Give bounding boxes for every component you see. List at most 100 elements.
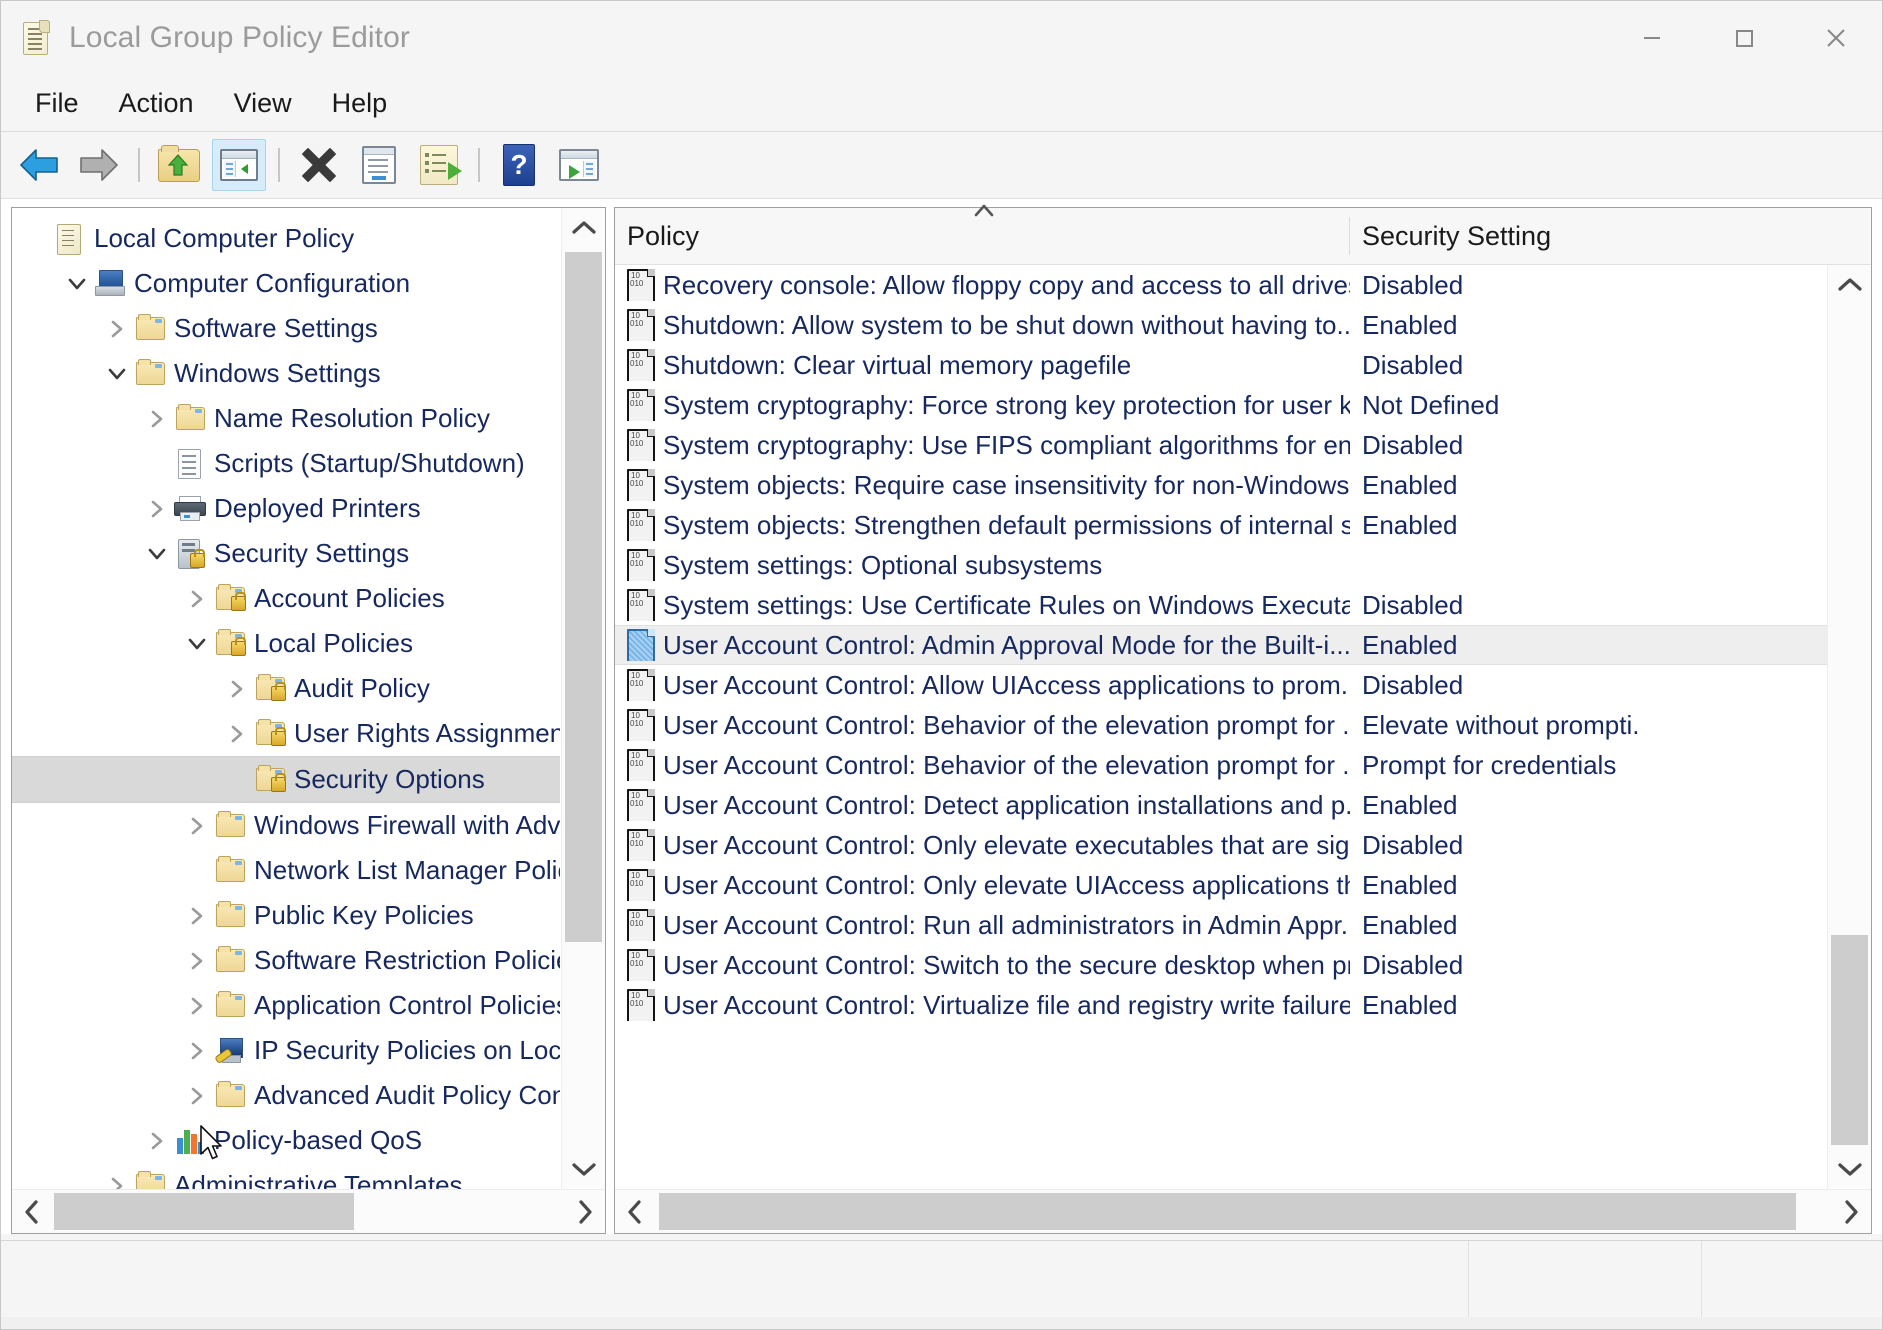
list-scroll-thumb[interactable]: [1831, 935, 1868, 1145]
tree-scroll-left-button[interactable]: [12, 1190, 52, 1233]
tree-item-application-control-policies[interactable]: Application Control Policies: [12, 983, 560, 1028]
policy-row[interactable]: User Account Control: Virtualize file an…: [615, 985, 1871, 1025]
policy-row[interactable]: Shutdown: Allow system to be shut down w…: [615, 305, 1871, 345]
tree-scroll-right-button[interactable]: [565, 1190, 605, 1233]
menu-help[interactable]: Help: [312, 84, 408, 123]
tree-scroll-up-button[interactable]: [562, 208, 605, 248]
tree-item-network-list-manager-policies[interactable]: Network List Manager Policies: [12, 848, 560, 893]
tree-item-software-restriction-policies[interactable]: Software Restriction Policies: [12, 938, 560, 983]
chevron-right-icon[interactable]: [182, 950, 212, 972]
tree-item-name-resolution-policy[interactable]: Name Resolution Policy: [12, 396, 560, 441]
tree-scroll-down-button[interactable]: [562, 1149, 605, 1189]
up-one-level-button[interactable]: [152, 139, 206, 191]
maximize-button[interactable]: [1698, 1, 1790, 75]
tree-item-local-computer-policy[interactable]: Local Computer Policy: [12, 216, 560, 261]
policy-tree[interactable]: Local Computer Policy Computer Configurat…: [12, 216, 560, 1189]
export-list-button[interactable]: [412, 139, 466, 191]
policy-row[interactable]: User Account Control: Admin Approval Mod…: [615, 625, 1871, 665]
policy-row[interactable]: System objects: Strengthen default permi…: [615, 505, 1871, 545]
tree-item-windows-firewall-with-advanced[interactable]: Windows Firewall with Advanced: [12, 803, 560, 848]
console-tree-body: Local Computer Policy Computer Configurat…: [12, 208, 605, 1189]
column-header-security-setting[interactable]: Security Setting: [1350, 208, 1871, 264]
policy-list[interactable]: Recovery console: Allow floppy copy and …: [615, 265, 1871, 1025]
help-button[interactable]: ?: [492, 139, 546, 191]
tree-item-security-options[interactable]: Security Options: [12, 756, 560, 803]
policy-row[interactable]: User Account Control: Behavior of the el…: [615, 705, 1871, 745]
chevron-right-icon[interactable]: [142, 408, 172, 430]
chevron-right-icon[interactable]: [102, 318, 132, 340]
policy-row[interactable]: Recovery console: Allow floppy copy and …: [615, 265, 1871, 305]
policy-row[interactable]: User Account Control: Only elevate execu…: [615, 825, 1871, 865]
policy-row[interactable]: Shutdown: Clear virtual memory pagefile D…: [615, 345, 1871, 385]
tree-item-windows-settings[interactable]: Windows Settings: [12, 351, 560, 396]
tree-item-computer-configuration[interactable]: Computer Configuration: [12, 261, 560, 306]
tree-item-audit-policy[interactable]: Audit Policy: [12, 666, 560, 711]
chevron-right-icon[interactable]: [182, 995, 212, 1017]
chevron-right-icon[interactable]: [182, 1040, 212, 1062]
policy-row[interactable]: User Account Control: Detect application…: [615, 785, 1871, 825]
tree-item-account-policies[interactable]: Account Policies: [12, 576, 560, 621]
tree-item-ip-security-policies-on-local[interactable]: IP Security Policies on Local: [12, 1028, 560, 1073]
chevron-right-icon[interactable]: [182, 815, 212, 837]
chevron-right-icon[interactable]: [182, 905, 212, 927]
tree-item-security-settings[interactable]: Security Settings: [12, 531, 560, 576]
tree-item-advanced-audit-policy-configur[interactable]: Advanced Audit Policy Configur: [12, 1073, 560, 1118]
show-hide-console-tree-button[interactable]: [212, 139, 266, 191]
tree-item-local-policies[interactable]: Local Policies: [12, 621, 560, 666]
policy-row[interactable]: User Account Control: Run all administra…: [615, 905, 1871, 945]
show-action-pane-button[interactable]: [552, 139, 606, 191]
tree-item-policy-based-qos[interactable]: Policy-based QoS: [12, 1118, 560, 1163]
policy-row[interactable]: System cryptography: Use FIPS compliant …: [615, 425, 1871, 465]
menu-action[interactable]: Action: [99, 84, 214, 123]
chevron-right-icon[interactable]: [142, 1130, 172, 1152]
tree-vertical-scrollbar[interactable]: [561, 208, 605, 1189]
chevron-right-icon[interactable]: [102, 1175, 132, 1189]
tree-horizontal-scrollbar[interactable]: [12, 1189, 605, 1233]
tree-hscroll-thumb[interactable]: [54, 1193, 354, 1230]
chevron-down-icon[interactable]: [102, 363, 132, 385]
chevron-down-icon[interactable]: [142, 543, 172, 565]
tree-item-scripts-startup-shutdown[interactable]: Scripts (Startup/Shutdown): [12, 441, 560, 486]
policy-row[interactable]: User Account Control: Behavior of the el…: [615, 745, 1871, 785]
tree-item-software-settings[interactable]: Software Settings: [12, 306, 560, 351]
list-scroll-up-button[interactable]: [1828, 265, 1871, 305]
policy-setting-icon: [627, 829, 655, 861]
list-horizontal-scrollbar[interactable]: [615, 1189, 1871, 1233]
delete-button[interactable]: [292, 139, 346, 191]
menu-view[interactable]: View: [214, 84, 312, 123]
policy-row[interactable]: System settings: Use Certificate Rules o…: [615, 585, 1871, 625]
properties-button[interactable]: [352, 139, 406, 191]
chevron-down-icon[interactable]: [62, 273, 92, 295]
chevron-down-icon[interactable]: [182, 633, 212, 655]
list-vertical-scrollbar[interactable]: [1827, 265, 1871, 1189]
minimize-button[interactable]: [1606, 1, 1698, 75]
list-scroll-down-button[interactable]: [1828, 1149, 1871, 1189]
status-cell-3: [1702, 1241, 1882, 1329]
policy-row[interactable]: System objects: Require case insensitivi…: [615, 465, 1871, 505]
policy-row[interactable]: User Account Control: Only elevate UIAcc…: [615, 865, 1871, 905]
menu-file[interactable]: File: [15, 84, 99, 123]
chevron-right-icon[interactable]: [222, 678, 252, 700]
chevron-right-icon[interactable]: [182, 588, 212, 610]
tree-item-user-rights-assignment[interactable]: User Rights Assignment: [12, 711, 560, 756]
close-button[interactable]: [1790, 1, 1882, 75]
chevron-right-icon[interactable]: [142, 498, 172, 520]
list-scroll-right-button[interactable]: [1831, 1190, 1871, 1233]
back-button[interactable]: [12, 139, 66, 191]
policy-row[interactable]: User Account Control: Switch to the secu…: [615, 945, 1871, 985]
tree-item-public-key-policies[interactable]: Public Key Policies: [12, 893, 560, 938]
list-hscroll-thumb[interactable]: [659, 1193, 1796, 1230]
policy-row[interactable]: System settings: Optional subsystems: [615, 545, 1871, 585]
tree-item-deployed-printers[interactable]: Deployed Printers: [12, 486, 560, 531]
chevron-right-icon[interactable]: [222, 723, 252, 745]
tree-item-administrative-templates[interactable]: Administrative Templates: [12, 1163, 560, 1189]
policy-scroll-icon: [19, 19, 53, 57]
policy-row[interactable]: System cryptography: Force strong key pr…: [615, 385, 1871, 425]
column-header-policy[interactable]: Policy: [615, 204, 1350, 264]
policy-row[interactable]: User Account Control: Allow UIAccess app…: [615, 665, 1871, 705]
chevron-right-icon[interactable]: [182, 1085, 212, 1107]
list-scroll-left-button[interactable]: [615, 1190, 655, 1233]
forward-button[interactable]: [72, 139, 126, 191]
window-controls: [1606, 1, 1882, 75]
tree-scroll-thumb[interactable]: [565, 252, 602, 942]
